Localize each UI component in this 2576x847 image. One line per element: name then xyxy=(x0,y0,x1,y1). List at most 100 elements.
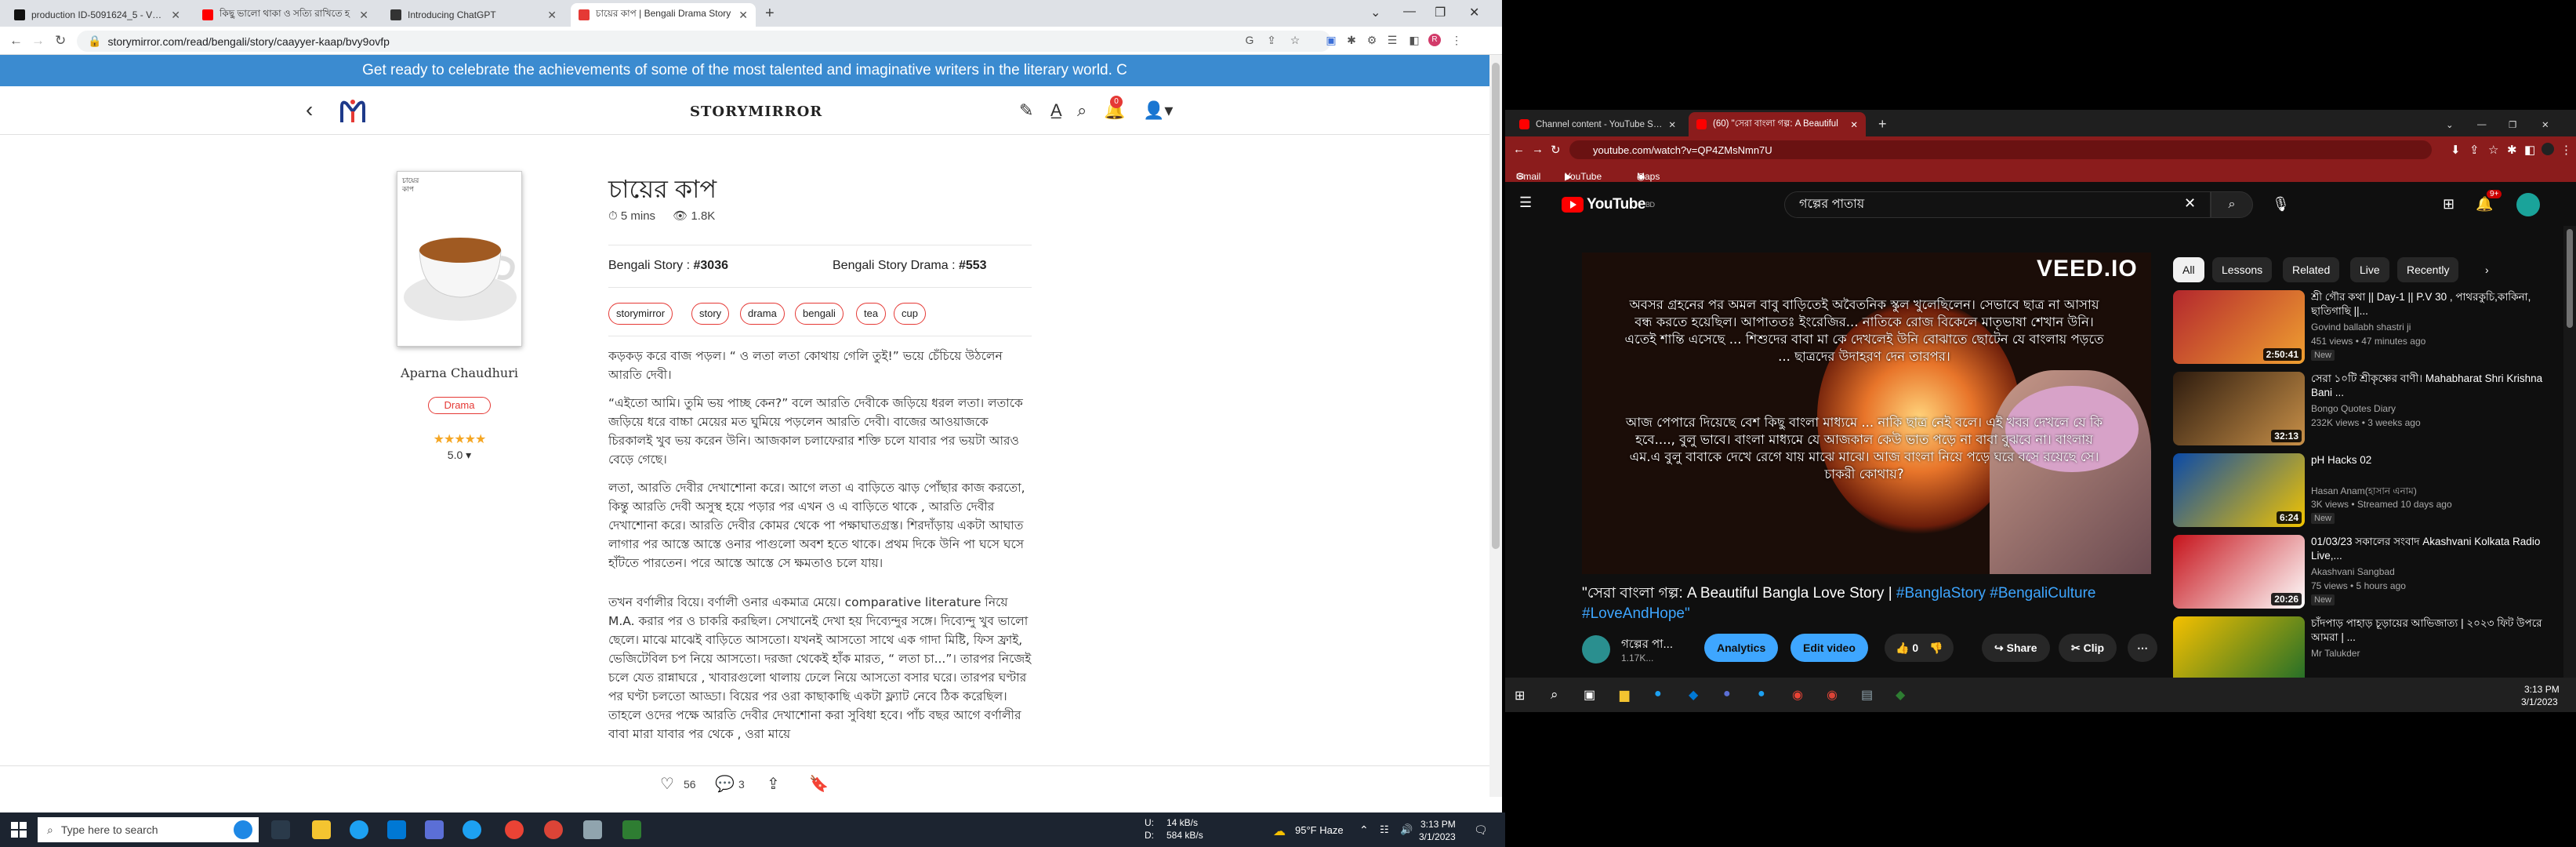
forward-icon[interactable]: → xyxy=(1532,143,1544,156)
chips-next-chevron-icon[interactable]: › xyxy=(2476,257,2498,282)
chip-live[interactable]: Live xyxy=(2350,257,2389,282)
network-icon[interactable]: ☷ xyxy=(1380,823,1389,836)
user-avatar-icon[interactable]: 👤▾ xyxy=(1143,100,1173,121)
chrome-icon[interactable] xyxy=(544,820,563,839)
windows-start-icon[interactable]: ⊞ xyxy=(1515,688,1525,703)
minimize-icon[interactable]: — xyxy=(1403,5,1416,19)
bookmark-star-icon[interactable]: ☆ xyxy=(2488,143,2498,157)
video-title[interactable]: শ্রী গৌর কথা || Day-1 || P.V 30 , পাথরকু… xyxy=(2311,290,2546,318)
close-tab-icon[interactable]: ✕ xyxy=(1668,119,1676,130)
back-icon[interactable]: ← xyxy=(1513,143,1525,156)
recommended-video[interactable]: 32:13 সেরা ১০টি শ্রীকৃষ্ণের বাণী। Mahabha… xyxy=(2173,372,2565,447)
video-title[interactable]: চাঁদপাড় পাহাড় চূড়ায়ের আভিজাত্য | ২০২… xyxy=(2311,616,2546,645)
skype-icon[interactable]: ● xyxy=(1654,687,1662,701)
bing-icon[interactable] xyxy=(234,820,252,839)
reload-icon[interactable]: ↻ xyxy=(55,33,66,49)
forward-icon[interactable]: → xyxy=(31,33,45,49)
tag-chip[interactable]: story xyxy=(691,303,730,325)
recommended-video[interactable]: 20:26 01/03/23 সকালের সংবাদ Akashvani Kol… xyxy=(2173,535,2565,610)
language-icon[interactable]: A̲ xyxy=(1050,100,1062,121)
genre-badge[interactable]: Drama xyxy=(428,397,491,414)
scrollbar-thumb[interactable] xyxy=(1492,63,1500,549)
sidepanel-icon[interactable]: ◧ xyxy=(1408,34,1420,46)
video-thumbnail[interactable]: 2:50:41 xyxy=(2173,290,2305,364)
tag-chip[interactable]: tea xyxy=(856,303,887,325)
url-field[interactable]: youtube.com/watch?v=QP4ZMsNmn7U xyxy=(1569,140,2432,159)
like-button[interactable]: 👍 0 👎 xyxy=(1885,634,1954,662)
volume-icon[interactable]: 🔊 xyxy=(1400,823,1413,836)
app-icon[interactable] xyxy=(622,820,641,839)
youtube-logo[interactable]: YouTube BD xyxy=(1562,196,1655,213)
chat-icon[interactable]: ● xyxy=(1723,687,1731,701)
comment-icon[interactable]: 💬 xyxy=(715,774,735,794)
category-rank-2[interactable]: Bengali Story Drama : #553 xyxy=(833,259,987,273)
chip-all[interactable]: All xyxy=(2173,257,2204,282)
windows-start-icon[interactable] xyxy=(11,822,27,838)
search-icon[interactable]: ⌕ xyxy=(1551,687,1558,703)
tab-search-icon[interactable]: ⌄ xyxy=(2438,112,2462,136)
notepad-icon[interactable]: ▤ xyxy=(1861,687,1873,703)
clock-time[interactable]: 3:13 PM xyxy=(2524,684,2560,695)
book-cover[interactable]: চায়ের কাপ xyxy=(397,171,522,347)
file-explorer-icon[interactable]: ▆ xyxy=(1620,687,1629,703)
new-tab-icon[interactable]: + xyxy=(1870,112,1895,136)
edit-video-button[interactable]: Edit video xyxy=(1791,634,1868,662)
category-rank-1[interactable]: Bengali Story : #3036 xyxy=(608,259,728,273)
search-icon[interactable]: ⌕ xyxy=(1077,100,1087,121)
create-video-icon[interactable]: ⊞ xyxy=(2443,196,2454,213)
maximize-icon[interactable]: ❐ xyxy=(1435,5,1446,20)
share-icon[interactable]: ⇪ xyxy=(2469,143,2480,157)
tag-chip[interactable]: bengali xyxy=(795,303,844,325)
notification-bell-icon[interactable]: 🔔 xyxy=(2476,196,2493,213)
google-lens-icon[interactable]: G xyxy=(1243,34,1256,46)
back-chevron-icon[interactable]: ‹ xyxy=(306,97,313,122)
notification-center-icon[interactable]: 🗨 xyxy=(1474,823,1488,837)
youtube-search-input[interactable]: গল্পের পাতায় xyxy=(1784,191,2211,218)
chip-recently[interactable]: Recently xyxy=(2397,257,2459,282)
weather-text[interactable]: 95°F Haze xyxy=(1295,824,1344,836)
bookmark-star-icon[interactable]: ☆ xyxy=(1289,34,1301,46)
profile-avatar[interactable] xyxy=(2542,143,2554,155)
write-icon[interactable]: ✎ xyxy=(1019,100,1033,121)
skype-icon[interactable] xyxy=(463,820,481,839)
chip-related[interactable]: Related xyxy=(2283,257,2340,282)
clock-date[interactable]: 3/1/2023 xyxy=(1419,831,1456,842)
minimize-icon[interactable]: — xyxy=(2469,112,2494,136)
analytics-button[interactable]: Analytics xyxy=(1704,634,1779,662)
video-player[interactable]: VEED.IO অবসর গ্রহনের পর অমল বাবু বাড়িতে… xyxy=(1582,253,2151,574)
close-tab-icon[interactable]: ✕ xyxy=(171,9,180,22)
url-field[interactable]: 🔒 storymirror.com/read/bengali/story/caa… xyxy=(77,31,1331,52)
sidepanel-icon[interactable]: ◧ xyxy=(2524,143,2535,157)
recommended-video[interactable]: 6:24 pH Hacks 02 Hasan Anam(হাসান এনাম) 3K … xyxy=(2173,453,2565,529)
install-icon[interactable]: ⬇ xyxy=(2451,143,2461,157)
notepad-icon[interactable] xyxy=(583,820,602,839)
vscode-icon[interactable] xyxy=(387,820,406,839)
tab-search-icon[interactable]: ⌄ xyxy=(1370,5,1381,20)
tab-youtube[interactable]: কিছু ভালো থাকা ও সত্যি রাখিতে হ ✕ xyxy=(194,3,376,27)
account-avatar[interactable] xyxy=(2516,193,2540,216)
skype-icon[interactable] xyxy=(350,820,368,839)
scrollbar-thumb[interactable] xyxy=(2567,229,2573,328)
search-button[interactable]: ⌕ xyxy=(2211,191,2253,218)
file-explorer-icon[interactable] xyxy=(312,820,331,839)
clip-button[interactable]: ✂ Clip xyxy=(2059,634,2117,662)
task-view-icon[interactable]: ▣ xyxy=(1584,687,1595,703)
page-scrollbar[interactable] xyxy=(1489,55,1502,797)
chat-icon[interactable] xyxy=(425,820,444,839)
author-name[interactable]: Aparna Chaudhuri xyxy=(397,365,522,380)
app-icon[interactable]: ◆ xyxy=(1896,687,1905,703)
close-tab-icon[interactable]: ✕ xyxy=(1850,119,1858,130)
chrome-icon[interactable]: ◉ xyxy=(1792,687,1803,703)
microphone-icon[interactable]: 🎙 xyxy=(2272,196,2290,213)
like-heart-icon[interactable]: ♡ xyxy=(660,774,674,794)
bookmark-icon[interactable]: 🔖 xyxy=(809,774,829,794)
tab-youtube-video[interactable]: (60) "সেরা বাংলা গল্প: A Beautiful ✕ xyxy=(1689,112,1866,136)
clock-time[interactable]: 3:13 PM xyxy=(1420,819,1456,830)
rating-value[interactable]: 5.0 ▾ xyxy=(428,449,491,462)
extension-icon[interactable]: ✱ xyxy=(1345,34,1358,46)
tag-chip[interactable]: drama xyxy=(740,303,785,325)
tag-chip[interactable]: storymirror xyxy=(608,303,673,325)
vscode-icon[interactable]: ◆ xyxy=(1689,687,1698,703)
video-thumbnail[interactable]: 6:24 xyxy=(2173,453,2305,527)
reload-icon[interactable]: ↻ xyxy=(1551,143,1561,157)
